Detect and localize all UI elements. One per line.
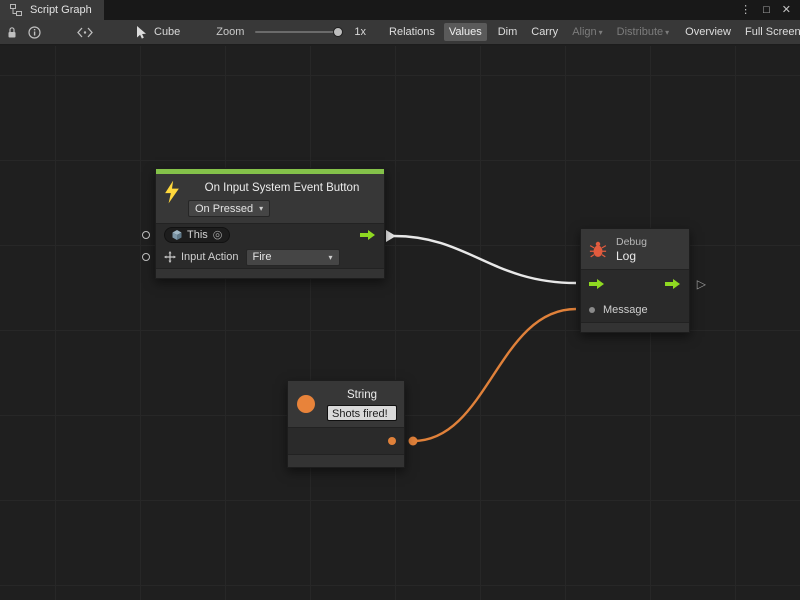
debug-message-row: Message (581, 298, 689, 322)
value-wire (413, 309, 576, 441)
debug-node-title: Log (616, 249, 647, 263)
this-field-label: This (187, 229, 208, 241)
string-value-input[interactable]: Shots fired! (327, 405, 397, 421)
chevron-down-icon: ▾ (599, 28, 603, 37)
window-titlebar: Script Graph ⋮ □ ✕ (0, 0, 800, 20)
string-output-row (288, 428, 404, 454)
close-icon[interactable]: ✕ (782, 5, 791, 16)
event-trigger-value: On Pressed (195, 203, 253, 215)
align-button[interactable]: Align▾ (567, 23, 607, 41)
string-node-header[interactable]: String Shots fired! (288, 381, 404, 427)
debug-flow-input-port[interactable] (589, 279, 605, 289)
lock-icon[interactable] (6, 24, 18, 40)
event-trigger-dropdown[interactable]: On Pressed ▾ (188, 200, 270, 217)
window-menu-icon[interactable]: ⋮ (740, 5, 751, 16)
string-node-footer (288, 454, 404, 467)
debug-node-header[interactable]: Debug Log (581, 229, 689, 269)
input-action-value: Fire (253, 251, 272, 263)
string-node-title: String (327, 387, 397, 403)
flow-wire-start-triangle (386, 230, 396, 242)
event-node-body: This ◎ Input Act (156, 223, 384, 268)
bug-icon (589, 240, 607, 258)
debug-node-body: ▷ Message (581, 269, 689, 322)
gameobject-icon (172, 230, 182, 240)
graph-icon (8, 2, 24, 18)
debug-node-category: Debug (616, 236, 647, 249)
flow-continue-icon: ▷ (697, 278, 706, 290)
zoom-value: 1x (354, 26, 366, 38)
debug-node-footer (581, 322, 689, 332)
this-input-port[interactable] (142, 231, 150, 239)
lightning-icon (164, 180, 180, 204)
tab-script-graph[interactable]: Script Graph (0, 0, 104, 20)
zoom-control: Zoom 1x (216, 26, 366, 38)
flow-wire (394, 236, 576, 283)
graph-toolbar: Cube Zoom 1x Relations Values Dim Carry … (0, 20, 800, 45)
graph-canvas[interactable]: On Input System Event Button On Pressed … (0, 46, 800, 600)
zoom-slider[interactable] (255, 31, 343, 33)
string-node-body (288, 427, 404, 454)
values-button[interactable]: Values (444, 23, 487, 41)
relations-button[interactable]: Relations (386, 23, 438, 41)
string-type-icon (297, 395, 315, 413)
chevron-down-icon: ▾ (328, 253, 332, 262)
input-action-label: Input Action (181, 251, 239, 263)
input-action-port-row: Input Action Fire ▾ (156, 246, 384, 268)
object-picker-icon[interactable]: ◎ (213, 230, 223, 241)
string-output-port[interactable] (388, 437, 396, 445)
target-object-group[interactable]: Cube (133, 24, 180, 40)
event-node-footer (156, 268, 384, 278)
cursor-icon (133, 24, 149, 40)
debug-flow-row: ▷ (581, 270, 689, 298)
string-node[interactable]: String Shots fired! (287, 380, 405, 468)
chevron-down-icon: ▾ (665, 28, 669, 37)
window-controls: ⋮ □ ✕ (740, 0, 800, 20)
info-icon[interactable] (28, 24, 41, 40)
overview-button[interactable]: Overview (680, 23, 736, 41)
maximize-icon[interactable]: □ (763, 5, 770, 16)
debug-flow-output-port[interactable] (665, 279, 681, 289)
dim-button[interactable]: Dim (493, 23, 523, 41)
fullscreen-button[interactable]: Full Screen (740, 23, 800, 41)
zoom-label: Zoom (216, 26, 244, 38)
event-flow-output-port[interactable] (360, 230, 376, 240)
event-node-header[interactable]: On Input System Event Button On Pressed … (156, 174, 384, 223)
value-wire-start-dot (409, 437, 418, 446)
input-action-dropdown[interactable]: Fire ▾ (246, 249, 340, 266)
event-node-title: On Input System Event Button (188, 180, 376, 196)
input-action-input-port[interactable] (142, 253, 150, 261)
code-view-icon[interactable] (77, 24, 93, 40)
this-port-row: This ◎ (156, 224, 384, 246)
tab-label: Script Graph (30, 4, 92, 16)
message-label: Message (603, 304, 648, 316)
event-node[interactable]: On Input System Event Button On Pressed … (155, 168, 385, 279)
carry-button[interactable]: Carry (526, 23, 563, 41)
target-object-label: Cube (154, 26, 180, 38)
chevron-down-icon: ▾ (259, 204, 263, 213)
input-action-icon (164, 251, 176, 263)
debug-log-node[interactable]: Debug Log ▷ Message (580, 228, 690, 333)
message-input-port[interactable] (589, 307, 595, 313)
zoom-slider-handle[interactable] (333, 27, 343, 37)
distribute-button[interactable]: Distribute▾ (612, 23, 674, 41)
this-object-field[interactable]: This ◎ (164, 227, 230, 243)
